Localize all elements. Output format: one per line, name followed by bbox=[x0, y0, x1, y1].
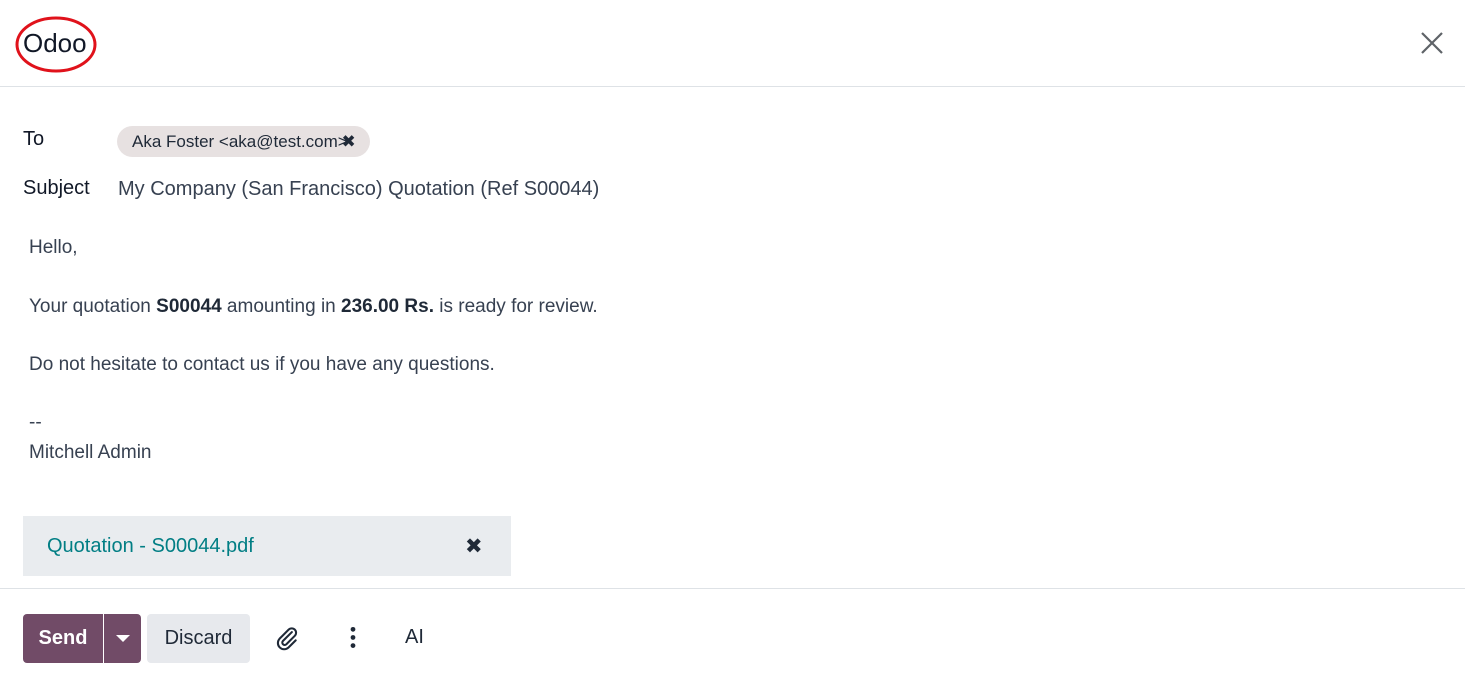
body-greeting[interactable]: Hello, bbox=[29, 237, 78, 259]
signature-separator[interactable]: -- bbox=[29, 412, 42, 434]
dialog-header: Odoo bbox=[0, 0, 1465, 87]
close-icon[interactable] bbox=[1416, 27, 1448, 59]
caret-down-icon[interactable] bbox=[104, 614, 141, 663]
subject-input[interactable]: My Company (San Francisco) Quotation (Re… bbox=[118, 178, 599, 201]
ai-button[interactable]: AI bbox=[405, 626, 424, 649]
body-quotation-line[interactable]: Your quotation S00044 amounting in 236.0… bbox=[29, 296, 598, 318]
discard-button[interactable]: Discard bbox=[147, 614, 250, 663]
vertical-dots-icon[interactable] bbox=[340, 625, 366, 651]
subject-label: Subject bbox=[23, 177, 90, 199]
remove-attachment-icon[interactable]: ✖ bbox=[465, 534, 483, 559]
compose-email-dialog: Odoo To Aka Foster <aka@test.com> ✖ Subj… bbox=[0, 0, 1465, 688]
dialog-footer: Send Discard AI bbox=[0, 588, 1465, 688]
send-button[interactable]: Send bbox=[23, 614, 103, 663]
body-text: amounting in bbox=[221, 296, 342, 317]
body-text: Your quotation bbox=[29, 296, 157, 317]
body-text: is ready for review. bbox=[433, 296, 598, 317]
recipient-tag[interactable]: Aka Foster <aka@test.com> ✖ bbox=[117, 126, 370, 157]
to-label: To bbox=[23, 128, 45, 150]
paperclip-icon[interactable] bbox=[274, 625, 300, 651]
quotation-ref: S00044 bbox=[156, 296, 222, 317]
attachment-link[interactable]: Quotation - S00044.pdf bbox=[47, 535, 254, 558]
dialog-title: Odoo bbox=[23, 28, 87, 58]
signature-name[interactable]: Mitchell Admin bbox=[29, 442, 152, 464]
attachment-item: Quotation - S00044.pdf ✖ bbox=[23, 516, 511, 576]
remove-tag-icon[interactable]: ✖ bbox=[341, 126, 355, 157]
body-contact-line[interactable]: Do not hesitate to contact us if you hav… bbox=[29, 354, 495, 376]
quotation-amount: 236.00 Rs. bbox=[341, 296, 434, 317]
recipient-tag-label: Aka Foster <aka@test.com> bbox=[132, 132, 348, 151]
